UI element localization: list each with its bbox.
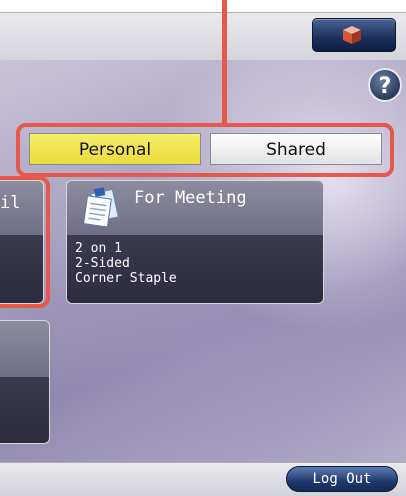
cube-icon [343, 26, 361, 44]
document-stack-icon [83, 187, 119, 228]
setting-line: 2 on 1 [75, 241, 122, 256]
tab-shared[interactable]: Shared [210, 133, 382, 165]
favorite-settings: 2 on 1 2-Sided Corner Staple [75, 241, 177, 286]
setting-line: Corner Staple [75, 271, 177, 286]
logout-button[interactable]: Log Out [286, 466, 398, 492]
setting-line: 2-Sided [75, 256, 130, 271]
callout-line [222, 0, 227, 125]
tab-personal[interactable]: Personal [29, 133, 201, 165]
favorite-title: For Meeting [134, 188, 247, 208]
top-right-button[interactable] [312, 18, 396, 52]
favorite-card-left-lower[interactable] [0, 320, 50, 444]
help-button[interactable]: ? [368, 68, 402, 102]
favorite-title-fragment: il [0, 193, 21, 213]
